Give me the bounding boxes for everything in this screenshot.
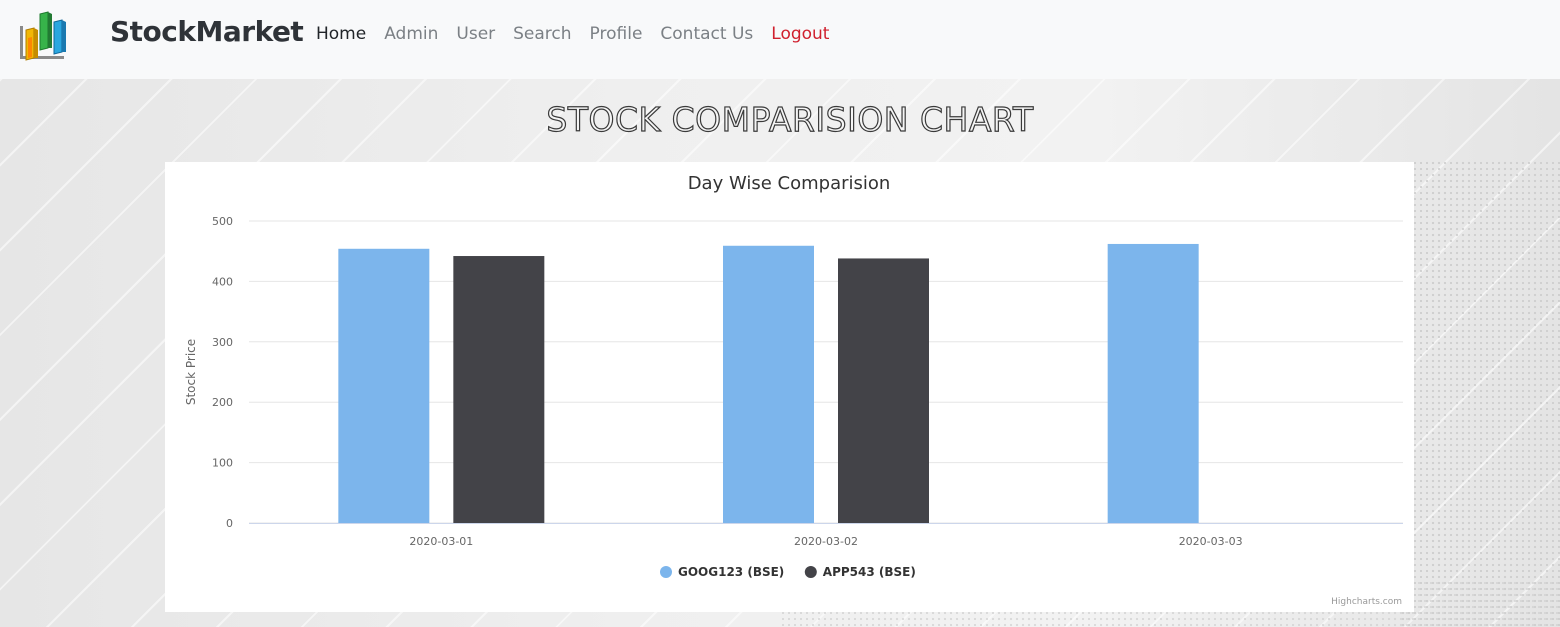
legend-item[interactable]: APP543 (BSE) [823,565,916,579]
y-tick-label: 300 [212,336,233,349]
background-dots [1400,160,1560,627]
nav-admin-link[interactable]: Admin [384,24,438,44]
bar-series-1 [723,245,814,523]
nav-contact-link[interactable]: Contact Us [660,24,753,44]
y-tick-label: 0 [226,517,233,530]
brand-name[interactable]: StockMarket [110,15,304,48]
legend-marker-icon [660,566,672,578]
chart-credits-link[interactable]: Highcharts.com [1331,597,1402,607]
chart-container: Day Wise Comparision 0 100 200 300 400 500 Stoc… [165,162,1414,612]
y-axis-title: Stock Price [184,339,198,405]
bar-chart: Day Wise Comparision 0 100 200 300 400 500 Stoc… [184,173,1403,579]
nav-profile-link[interactable]: Profile [590,24,643,44]
page-title: STOCK COMPARISION CHART [546,99,1034,139]
bar-series-2 [453,256,545,523]
chart-title: Day Wise Comparision [688,173,891,194]
legend-marker-icon [804,566,817,578]
x-tick-label: 2020-03-02 [794,535,858,548]
nav-search-link[interactable]: Search [513,24,571,44]
x-tick-label: 2020-03-01 [409,535,473,548]
nav-logout-link[interactable]: Logout [771,24,829,44]
bar-series-1 [1107,243,1199,523]
nav-home-link[interactable]: Home [316,24,366,44]
bar-series-2 [838,258,929,523]
stock-chart-logo-icon[interactable] [18,8,76,62]
top-navbar: StockMarket Home Admin User Search Profi… [0,0,1560,79]
y-tick-label: 100 [212,457,233,470]
nav-user-link[interactable]: User [456,24,495,44]
legend-item[interactable]: GOOG123 (BSE) [678,565,784,579]
y-tick-label: 200 [212,396,233,409]
bar-series-1 [338,248,430,523]
y-tick-label: 500 [212,215,233,228]
x-tick-label: 2020-03-03 [1179,535,1243,548]
y-tick-label: 400 [212,275,233,288]
main-nav: Home Admin User Search Profile Contact U… [316,24,847,44]
